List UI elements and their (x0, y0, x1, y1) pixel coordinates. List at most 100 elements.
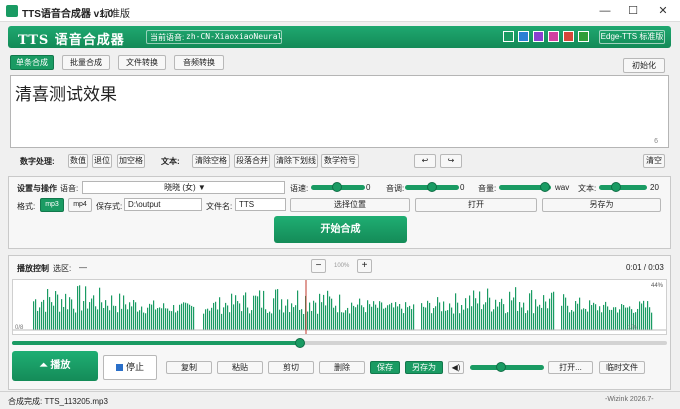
waveform-bar (313, 300, 315, 330)
redo-button[interactable]: ↪ (440, 154, 462, 168)
waveform-bar (285, 305, 287, 330)
save-path-input[interactable]: D:\output (124, 198, 202, 211)
waveform-bar (321, 302, 323, 330)
number-back-button[interactable]: 退位 (92, 154, 112, 168)
tab-audio-convert[interactable]: 音频转换 (174, 55, 224, 70)
text-editor[interactable]: 清喜测试效果 6 (10, 75, 669, 148)
text-size-slider[interactable] (599, 185, 647, 190)
playback-volume-slider[interactable] (470, 365, 544, 370)
waveform-bar (571, 310, 573, 330)
number-value-button[interactable]: 数值 (68, 154, 88, 168)
waveform-bar (623, 305, 625, 330)
waveform-bar (219, 297, 221, 330)
progress-track[interactable] (12, 341, 667, 345)
speed-slider-thumb[interactable] (332, 182, 342, 192)
format-mp4[interactable]: mp4 (68, 198, 92, 212)
zoom-out-button[interactable]: − (311, 259, 326, 273)
voice-select[interactable]: 晓晓 (女) ▼ (82, 181, 285, 194)
open-folder-button[interactable]: 打开 (415, 198, 537, 212)
waveform-bar (309, 302, 311, 330)
clear-button[interactable]: 清空 (643, 154, 665, 168)
clear-underscore-button[interactable]: 清除下划线 (274, 154, 318, 168)
save-audio-button[interactable]: 保存 (370, 361, 400, 374)
waveform-bar (617, 312, 619, 330)
waveform-bar (161, 308, 163, 330)
theme-swatch[interactable] (518, 31, 529, 42)
text-process-label: 文本: (161, 157, 180, 166)
delete-button[interactable]: 删除 (319, 361, 365, 374)
waveform-bar (461, 305, 463, 330)
waveform-bar (535, 299, 537, 330)
waveform-display[interactable]: 44% 0/8 1% (12, 279, 667, 335)
waveform-bar (61, 299, 63, 330)
tab-single[interactable]: 单条合成 (10, 55, 54, 70)
save-as-settings-button[interactable]: 另存为 (542, 198, 661, 212)
waveform-bar (509, 291, 511, 330)
waveform-bar (167, 308, 169, 330)
waveform-bar (399, 304, 401, 330)
waveform-bar (403, 313, 405, 330)
filename-input[interactable]: TTS (235, 198, 286, 211)
clear-spaces-button[interactable]: 清除空格 (192, 154, 230, 168)
volume-slider-thumb[interactable] (540, 182, 550, 192)
maximize-button[interactable]: ☐ (620, 2, 646, 20)
pitch-slider-thumb[interactable] (427, 182, 437, 192)
temp-file-button[interactable]: 临时文件 (599, 361, 645, 374)
waveform-bar (59, 311, 61, 330)
add-space-button[interactable]: 加空格 (117, 154, 145, 168)
theme-swatch[interactable] (548, 31, 559, 42)
math-symbol-button[interactable]: 数学符号 (321, 154, 359, 168)
speaker-icon[interactable]: ◀) (448, 361, 464, 374)
waveform-bar (331, 298, 333, 330)
waveform-bar (573, 311, 575, 330)
close-button[interactable]: ✕ (650, 2, 676, 20)
waveform-bar (133, 299, 135, 330)
choose-location-button[interactable]: 选择位置 (290, 198, 410, 212)
zoom-in-button[interactable]: + (357, 259, 372, 273)
editor-text[interactable]: 清喜测试效果 (15, 80, 117, 105)
waveform-svg[interactable] (13, 280, 667, 335)
wave-peak-label: 44% (651, 283, 664, 289)
start-synthesis-button[interactable]: 开始合成 (274, 216, 407, 243)
init-button[interactable]: 初始化 (623, 58, 665, 73)
waveform-bar (569, 312, 571, 330)
undo-button[interactable]: ↩ (414, 154, 436, 168)
theme-swatch[interactable] (503, 31, 514, 42)
waveform-bar (427, 300, 429, 330)
playback-volume-thumb[interactable] (496, 362, 506, 372)
text-size-value: 20 (650, 183, 659, 192)
waveform-bar (505, 313, 507, 330)
app-title: TTS 语音合成器 (18, 33, 125, 48)
save-as-audio-button[interactable]: 另存为 (405, 361, 443, 374)
play-button[interactable]: ⏶ 播放 (12, 351, 98, 381)
waveform-bar (327, 290, 329, 330)
waveform-bar (145, 313, 147, 330)
edition-badge: Edge-TTS 标准版 (599, 30, 665, 44)
waveform-bar (117, 312, 119, 330)
waveform-bar (67, 309, 69, 330)
paste-button[interactable]: 粘贴 (217, 361, 263, 374)
minimize-button[interactable]: — (592, 2, 618, 20)
cut-button[interactable]: 剪切 (268, 361, 314, 374)
status-bar: 合成完成: TTS_113205.mp3 -Wizink 2026.7- (0, 391, 680, 409)
waveform-bar (465, 298, 467, 330)
copy-button[interactable]: 复制 (166, 361, 212, 374)
open-file-button[interactable]: 打开... (548, 361, 593, 374)
format-mp3[interactable]: mp3 (40, 198, 64, 212)
text-size-slider-thumb[interactable] (611, 182, 621, 192)
merge-paragraphs-button[interactable]: 段落合并 (234, 154, 270, 168)
waveform-bar (581, 309, 583, 330)
waveform-bar (381, 302, 383, 330)
stop-button[interactable]: 停止 (103, 355, 157, 380)
waveform-bar (495, 299, 497, 330)
tab-file-convert[interactable]: 文件转换 (118, 55, 166, 70)
theme-swatch[interactable] (578, 31, 589, 42)
theme-swatch[interactable] (533, 31, 544, 42)
play-icon: ⏶ (39, 360, 51, 371)
waveform-bar (37, 310, 39, 330)
waveform-bar (491, 311, 493, 330)
waveform-bar (379, 301, 381, 330)
theme-swatch[interactable] (563, 31, 574, 42)
tab-batch[interactable]: 批量合成 (62, 55, 110, 70)
waveform-bar (233, 304, 235, 330)
